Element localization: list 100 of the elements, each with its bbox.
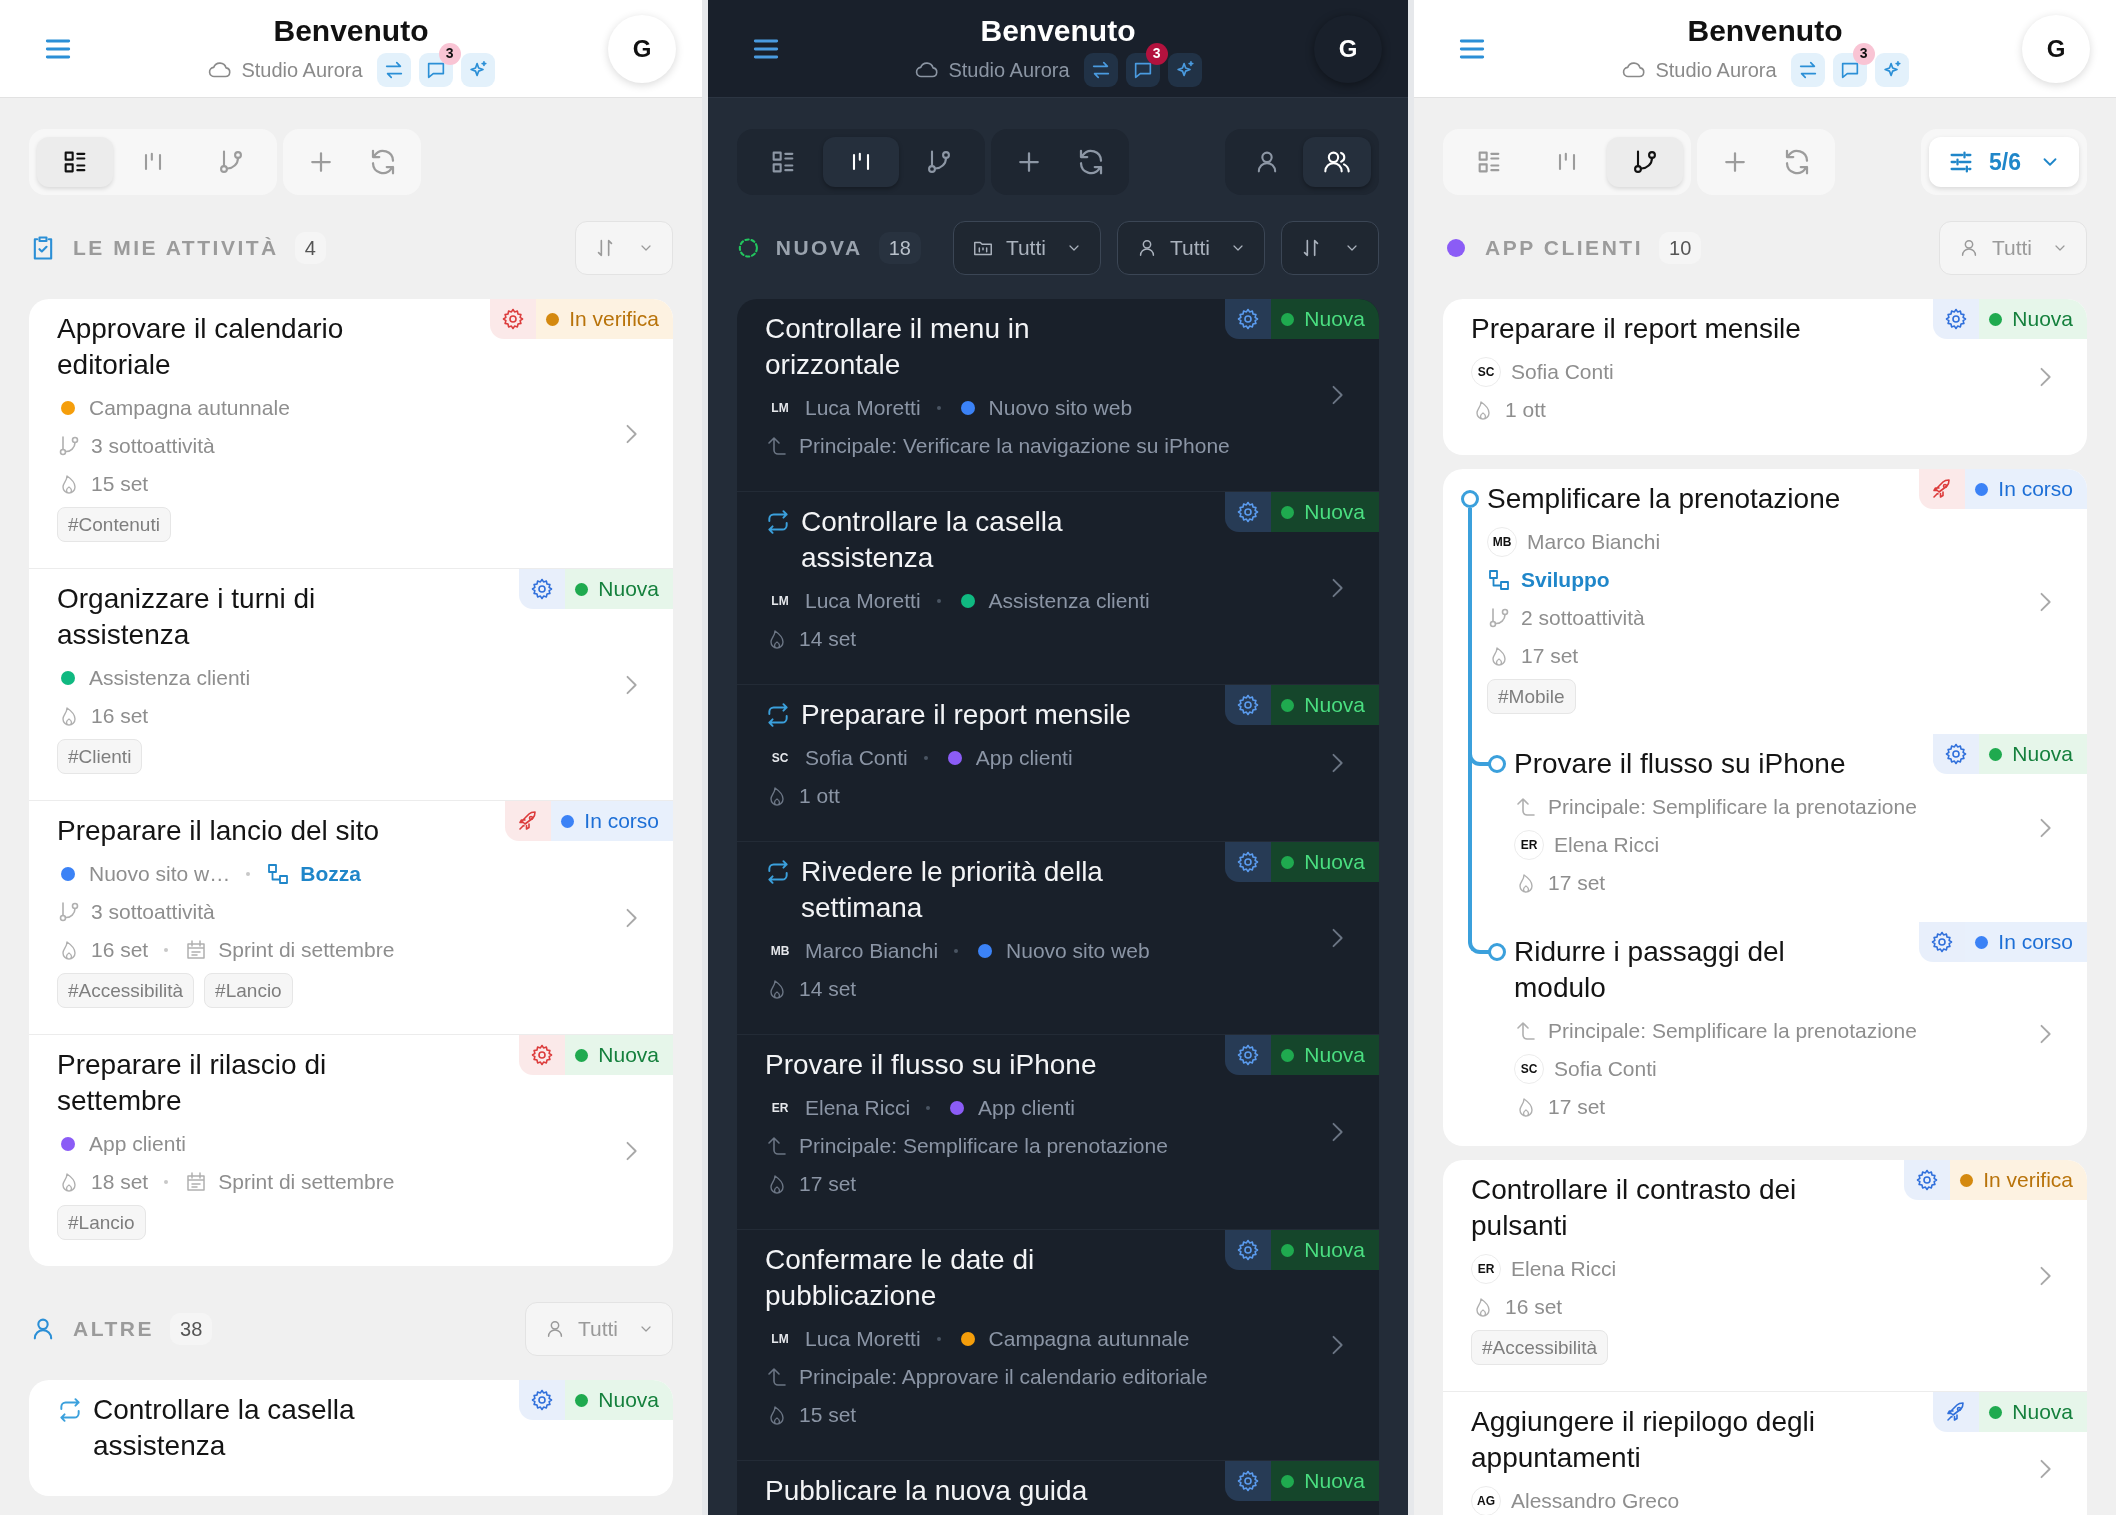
status-badge: In corso <box>1965 469 2087 509</box>
task-title[interactable]: Aggiungere il riepilogo degli appuntamenti <box>1471 1404 1831 1476</box>
section-title: ALTRE <box>73 1316 155 1343</box>
subtask-count: 3 sottoattività <box>91 899 215 926</box>
assignee-name: Elena Ricci <box>1511 1256 1617 1283</box>
task-title[interactable]: Preparare il report mensile <box>801 697 1131 733</box>
subtask-count: 3 sottoattività <box>91 433 215 460</box>
due-date: 1 ott <box>1505 397 1546 424</box>
task-title[interactable]: Preparare il lancio del sito <box>57 813 380 849</box>
task-title[interactable]: Ridurre i passaggi del modulo <box>1514 934 1874 1006</box>
notification-badge: 3 <box>1852 42 1875 65</box>
avatar-button[interactable]: G <box>1314 14 1382 83</box>
due-date: 1 ott <box>799 783 840 810</box>
tag-chip: #Lancio <box>57 1205 146 1240</box>
task-title[interactable]: Preparare il report mensile <box>1471 311 1801 347</box>
page-title: Benvenuto <box>273 12 429 49</box>
due-date: 16 set <box>1505 1294 1563 1321</box>
status-badge: Nuova <box>565 569 673 609</box>
due-date: 16 set <box>91 937 149 964</box>
due-date: 15 set <box>91 471 149 498</box>
status-badge: Nuova <box>1979 734 2087 774</box>
page-title: Benvenuto <box>1687 12 1843 49</box>
sprint-name: Sprint di settembre <box>218 937 395 964</box>
section-title: LE MIE ATTIVITÀ <box>73 235 279 262</box>
filter-button[interactable]: 5/6 <box>1929 137 2079 187</box>
assignee-name: Marco Bianchi <box>805 938 939 965</box>
task-title[interactable]: Rivedere le priorità della settimana <box>801 854 1161 926</box>
workflow-link[interactable]: Bozza <box>300 858 361 890</box>
tag-chip: #Contenuti <box>57 507 171 542</box>
assignee-name: Elena Ricci <box>805 1095 911 1122</box>
task-title[interactable]: Confermare le date di pubblicazione <box>765 1242 1125 1314</box>
count-badge: 4 <box>294 232 326 264</box>
due-date: 17 set <box>799 1171 857 1198</box>
avatar-initials: LM <box>770 593 790 610</box>
section-title: NUOVA <box>775 235 863 262</box>
workspace-name: Studio Aurora <box>241 57 363 83</box>
project-filter[interactable]: Tutti <box>952 221 1101 275</box>
subtask-count: 2 sottoattività <box>1521 605 1645 632</box>
parent-task: Principale: Semplificare la prenotazione <box>799 1133 1168 1160</box>
avatar-button[interactable]: G <box>608 14 676 83</box>
project-name: Nuovo sito w… <box>89 861 231 888</box>
count-badge: 10 <box>1659 232 1702 264</box>
status-badge: Nuova <box>1979 299 2087 339</box>
assignee-name: Luca Moretti <box>805 588 921 615</box>
task-title[interactable]: Provare il flusso su iPhone <box>765 1047 1097 1083</box>
sparkle-button[interactable] <box>460 52 495 87</box>
task-title[interactable]: Pubblicare la nuova guida <box>765 1473 1088 1509</box>
due-date: 15 set <box>799 1402 857 1429</box>
status-badge: Nuova <box>565 1380 673 1420</box>
status-badge: In verifica <box>536 299 673 339</box>
tree-view-button[interactable] <box>1607 137 1683 187</box>
assignee-filter[interactable]: Tutti <box>1116 221 1265 275</box>
swap-button[interactable] <box>376 52 411 87</box>
tag-chip: #Accessibilità <box>1471 1330 1609 1365</box>
status-badge: Nuova <box>565 1035 673 1075</box>
task-title[interactable]: Preparare il rilascio di settembre <box>57 1047 417 1119</box>
team-filter-button[interactable] <box>1303 137 1371 187</box>
workspace-name: Studio Aurora <box>1655 57 1777 83</box>
corner-up-arrow-icon <box>765 1365 789 1389</box>
swap-button[interactable] <box>1083 52 1118 87</box>
notification-badge: 3 <box>438 42 461 65</box>
workflow-link[interactable]: Sviluppo <box>1521 564 1610 596</box>
task-title[interactable]: Controllare il contrasto dei pulsanti <box>1471 1172 1831 1244</box>
swap-button[interactable] <box>1790 52 1825 87</box>
task-title[interactable]: Controllare la casella assistenza <box>801 504 1161 576</box>
list-view-button[interactable] <box>37 137 113 187</box>
corner-up-arrow-icon <box>1514 1019 1538 1043</box>
task-title[interactable]: Controllare il menu in orizzontale <box>765 311 1125 383</box>
parent-task: Principale: Approvare il calendario editoriale <box>799 1364 1208 1391</box>
due-date: 17 set <box>1521 643 1579 670</box>
avatar-button[interactable]: G <box>2022 14 2090 83</box>
project-name: App clienti <box>978 1095 1075 1122</box>
board-view-button[interactable] <box>823 137 899 187</box>
page-title: Benvenuto <box>980 12 1136 49</box>
project-name: Nuovo sito web <box>988 395 1133 422</box>
task-title[interactable]: Controllare la casella assistenza <box>93 1392 453 1464</box>
assignee-name: Sofia Conti <box>1554 1056 1657 1083</box>
status-badge: In corso <box>551 801 673 841</box>
sparkle-button[interactable] <box>1167 52 1202 87</box>
tag-chip: #Accessibilità <box>57 973 195 1008</box>
project-name: Campagna autunnale <box>988 1326 1190 1353</box>
status-badge: Nuova <box>1271 1035 1379 1075</box>
tag-chip: #Mobile <box>1487 679 1576 714</box>
task-title[interactable]: Approvare il calendario editoriale <box>57 311 417 383</box>
due-date: 14 set <box>799 976 857 1003</box>
assignee-name: Elena Ricci <box>1554 832 1660 859</box>
corner-up-arrow-icon <box>765 1134 789 1158</box>
sprint-name: Sprint di settembre <box>218 1169 395 1196</box>
count-badge: 38 <box>170 1313 213 1345</box>
task-title[interactable]: Organizzare i turni di assistenza <box>57 581 417 653</box>
status-badge: Nuova <box>1271 299 1379 339</box>
assignee-name: Alessandro Greco <box>1511 1488 1680 1515</box>
avatar-initials: MB <box>769 943 791 960</box>
sparkle-button[interactable] <box>1874 52 1909 87</box>
due-date: 14 set <box>799 626 857 653</box>
task-title[interactable]: Semplificare la prenotazione <box>1487 481 1841 517</box>
avatar-initials: ER <box>770 1100 790 1117</box>
task-title[interactable]: Provare il flusso su iPhone <box>1514 746 1846 782</box>
project-name: Assistenza clienti <box>988 588 1150 615</box>
avatar-initials: SC <box>770 750 790 767</box>
